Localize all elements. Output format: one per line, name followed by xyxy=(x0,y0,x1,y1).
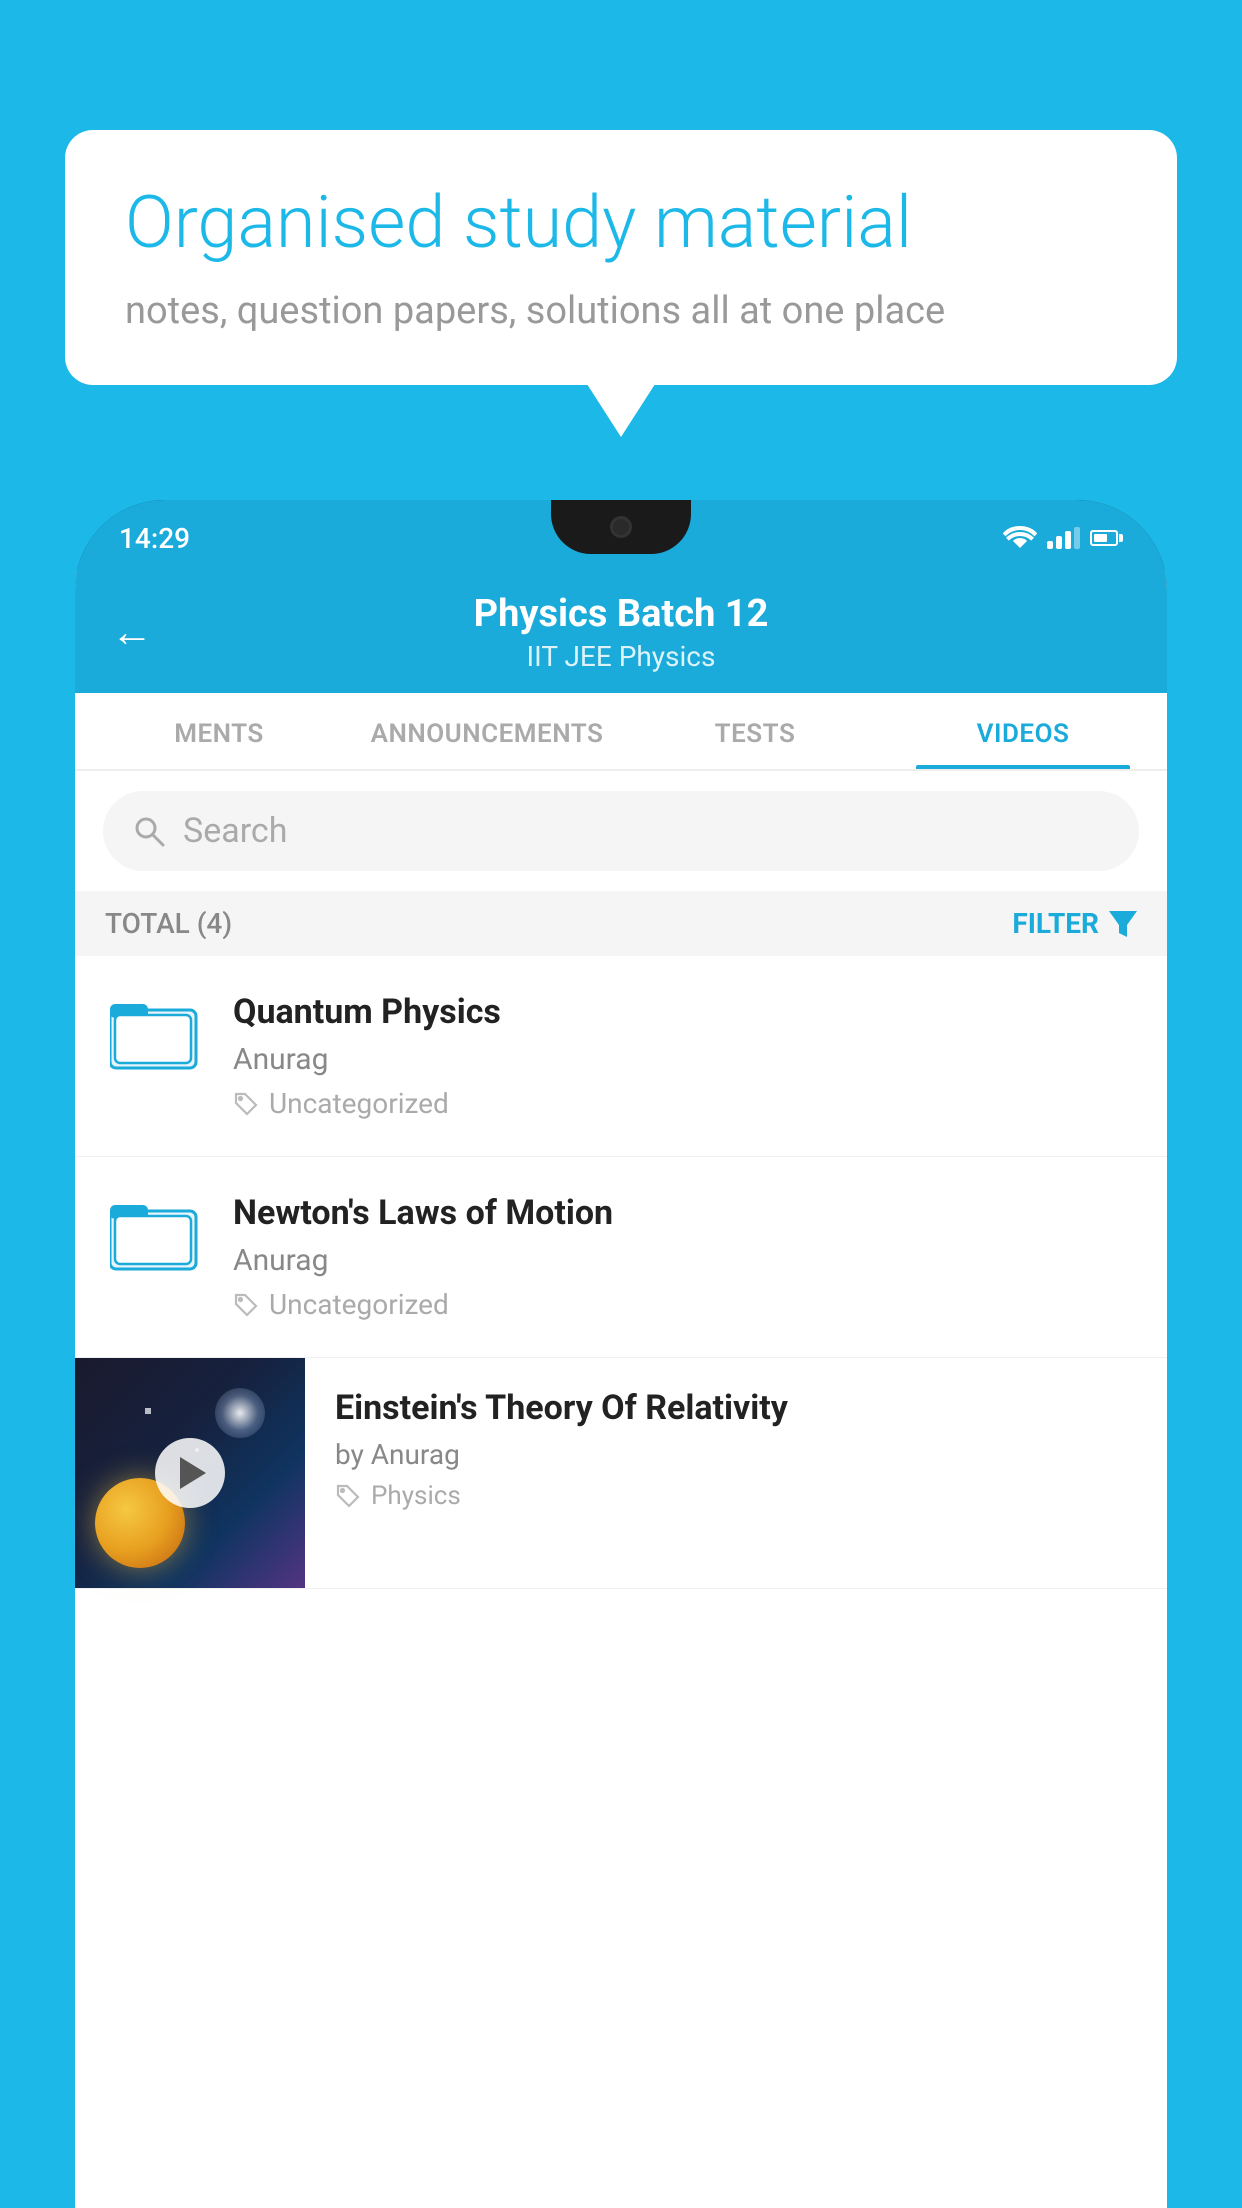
filter-row: TOTAL (4) FILTER xyxy=(75,891,1167,956)
filter-label: FILTER xyxy=(1012,907,1099,940)
wifi-icon xyxy=(1003,526,1037,550)
phone-frame: 14:29 ← xyxy=(75,500,1167,2208)
star-decoration xyxy=(215,1388,265,1438)
speech-bubble: Organised study material notes, question… xyxy=(65,130,1177,385)
folder-icon xyxy=(110,992,200,1072)
video-info-einstein: Einstein's Theory Of Relativity by Anura… xyxy=(305,1358,1167,1535)
video-list: Quantum Physics Anurag Uncategorized xyxy=(75,956,1167,1589)
filter-button[interactable]: FILTER xyxy=(1012,907,1137,940)
search-icon xyxy=(131,813,167,849)
signal-icon xyxy=(1047,527,1080,549)
tab-tests[interactable]: TESTS xyxy=(621,693,889,769)
video-thumbnail-einstein xyxy=(75,1358,305,1588)
speech-bubble-headline: Organised study material xyxy=(125,182,1117,265)
search-input-wrap[interactable]: Search xyxy=(103,791,1139,871)
list-item[interactable]: Quantum Physics Anurag Uncategorized xyxy=(75,956,1167,1157)
play-button[interactable] xyxy=(155,1438,225,1508)
battery-icon xyxy=(1090,530,1123,546)
video-thumbnail-quantum xyxy=(105,992,205,1072)
speech-bubble-wrapper: Organised study material notes, question… xyxy=(65,130,1177,385)
video-thumbnail-newton xyxy=(105,1193,205,1273)
back-button[interactable]: ← xyxy=(111,608,153,657)
status-icons xyxy=(1003,526,1123,550)
list-item[interactable]: Newton's Laws of Motion Anurag Uncategor… xyxy=(75,1157,1167,1358)
search-placeholder: Search xyxy=(183,811,287,851)
phone-notch xyxy=(551,500,691,554)
play-icon xyxy=(180,1457,206,1489)
video-title: Einstein's Theory Of Relativity xyxy=(335,1388,1137,1428)
batch-subtitle: IIT JEE Physics xyxy=(474,640,769,673)
video-tag: Uncategorized xyxy=(233,1288,1137,1321)
star-dot xyxy=(145,1408,151,1414)
search-bar-container: Search xyxy=(75,771,1167,891)
app-header: ← Physics Batch 12 IIT JEE Physics xyxy=(75,570,1167,693)
video-title: Newton's Laws of Motion xyxy=(233,1193,1137,1233)
front-camera xyxy=(610,516,632,538)
video-author: Anurag xyxy=(233,1243,1137,1278)
video-tag: Physics xyxy=(335,1481,1137,1511)
video-tag: Uncategorized xyxy=(233,1087,1137,1120)
tab-bar: MENTS ANNOUNCEMENTS TESTS VIDEOS xyxy=(75,693,1167,771)
video-author: by Anurag xyxy=(335,1438,1137,1471)
phone-screen: ← Physics Batch 12 IIT JEE Physics MENTS… xyxy=(75,570,1167,2208)
tag-icon xyxy=(233,1091,259,1117)
list-item[interactable]: Einstein's Theory Of Relativity by Anura… xyxy=(75,1358,1167,1589)
batch-title: Physics Batch 12 xyxy=(474,592,769,636)
video-info-newton: Newton's Laws of Motion Anurag Uncategor… xyxy=(233,1193,1137,1321)
status-time: 14:29 xyxy=(119,522,190,555)
folder-icon xyxy=(110,1193,200,1273)
tab-announcements[interactable]: ANNOUNCEMENTS xyxy=(353,693,621,769)
tab-ments[interactable]: MENTS xyxy=(85,693,353,769)
filter-icon xyxy=(1109,911,1137,937)
tab-videos[interactable]: VIDEOS xyxy=(889,693,1157,769)
tag-icon xyxy=(233,1292,259,1318)
speech-bubble-subtext: notes, question papers, solutions all at… xyxy=(125,289,1117,333)
total-count: TOTAL (4) xyxy=(105,907,232,940)
video-title: Quantum Physics xyxy=(233,992,1137,1032)
video-info-quantum: Quantum Physics Anurag Uncategorized xyxy=(233,992,1137,1120)
video-author: Anurag xyxy=(233,1042,1137,1077)
header-title: Physics Batch 12 IIT JEE Physics xyxy=(474,592,769,673)
tag-icon xyxy=(335,1483,361,1509)
